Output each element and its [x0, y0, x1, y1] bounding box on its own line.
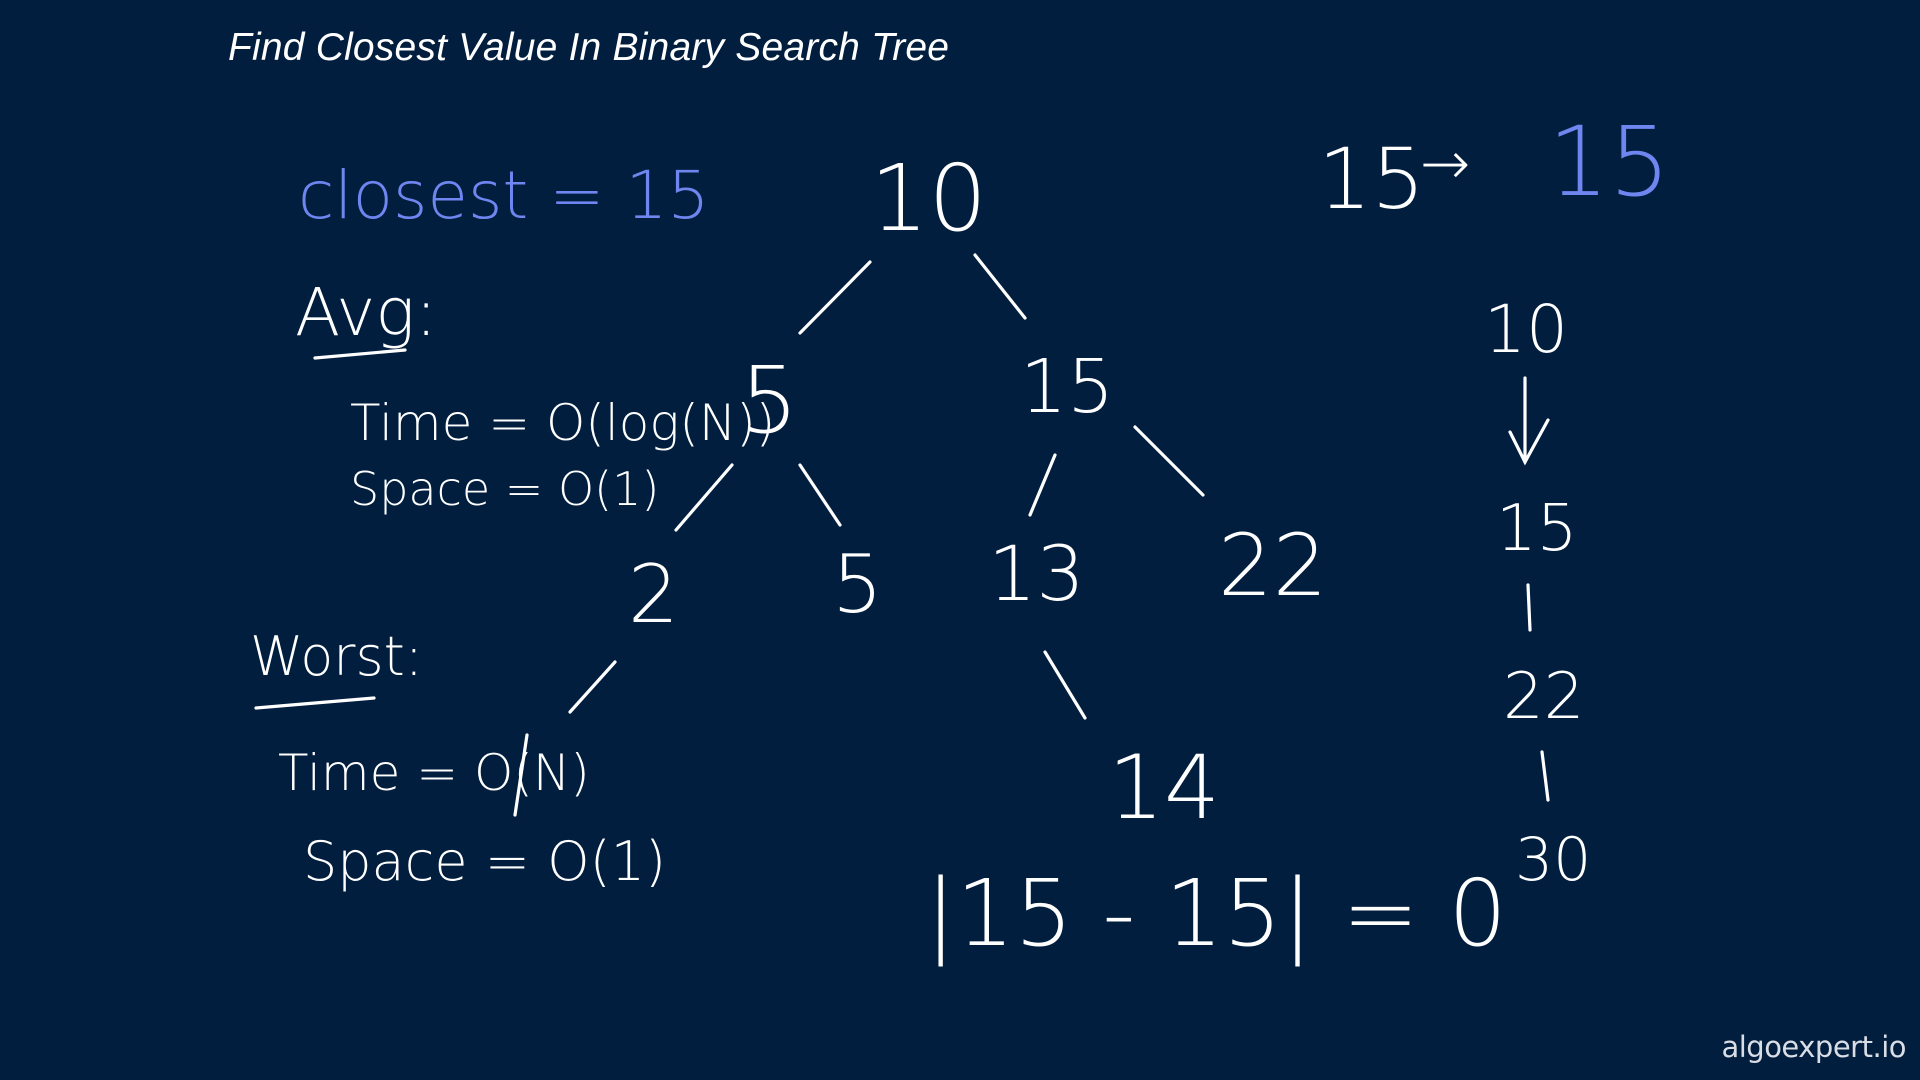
- whiteboard-canvas: Find Closest Value In Binary Search Tree…: [0, 0, 1920, 1080]
- edge-13-14: [1043, 650, 1087, 720]
- handwritten-diagram: closest = 15 15 → 15 Avg: Time = O(log(N…: [250, 106, 1670, 967]
- node-right-left-right: 14: [1108, 736, 1220, 839]
- closest-label: closest = 15: [298, 157, 710, 234]
- worst-time: Time = O(N): [278, 744, 590, 802]
- node-left-left: 2: [628, 548, 679, 641]
- result-value: 15: [1548, 106, 1670, 218]
- worst-space: Space = O(1): [303, 830, 666, 893]
- path-connector-2: [1526, 583, 1532, 632]
- path-step-2: 15: [1496, 492, 1577, 566]
- worst-underline: [254, 696, 376, 710]
- edge-10-15: [973, 253, 1027, 320]
- average-space: Space = O(1): [350, 462, 659, 516]
- node-right: 15: [1020, 344, 1114, 430]
- edge-5-5: [798, 463, 842, 527]
- average-underline: [313, 348, 407, 360]
- edge-15-13: [1028, 453, 1057, 517]
- path-connector-3: [1540, 750, 1550, 802]
- node-left-right: 5: [832, 538, 883, 631]
- down-arrow-icon: [1508, 418, 1550, 466]
- path-step-3: 22: [1503, 660, 1584, 734]
- edge-2-left: [568, 660, 617, 714]
- target-value: 15: [1318, 130, 1425, 228]
- node-right-left: 13: [988, 529, 1085, 618]
- path-step-1: 10: [1484, 291, 1568, 368]
- path-step-4: 30: [1515, 825, 1591, 895]
- node-left: 5: [740, 347, 799, 454]
- edge-10-5: [798, 260, 872, 335]
- node-right-right: 22: [1218, 516, 1327, 616]
- edge-5-2: [674, 463, 734, 532]
- difference-expression: |15 - 15| = 0: [925, 860, 1507, 967]
- watermark-logo: algoexpert.io: [1721, 1030, 1906, 1064]
- average-time: Time = O(log(N)): [350, 394, 775, 452]
- average-heading: Avg:: [295, 274, 437, 351]
- arrow-icon: →: [1420, 129, 1470, 199]
- edge-15-22: [1133, 425, 1205, 497]
- worst-heading: Worst:: [250, 625, 423, 688]
- node-root: 10: [870, 145, 987, 252]
